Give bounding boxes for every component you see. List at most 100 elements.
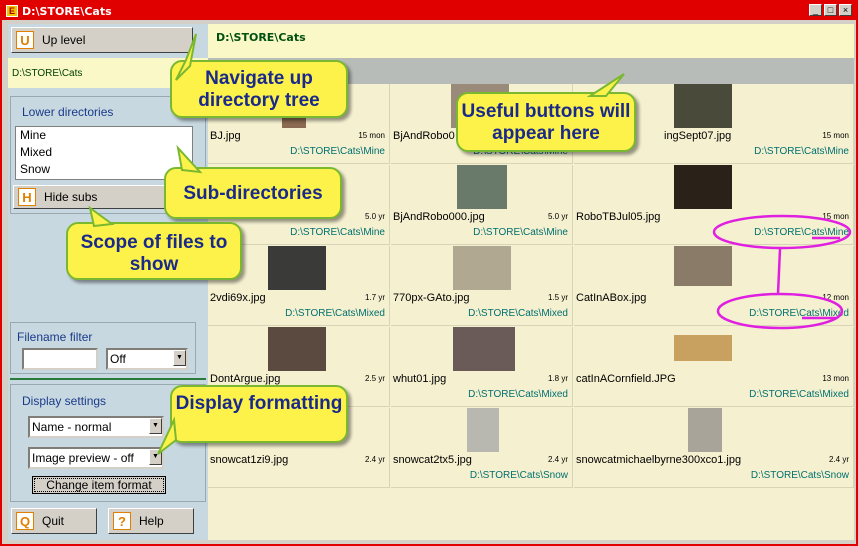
file-age: 2.4 yr: [547, 455, 568, 464]
hide-subs-hotkey: H: [18, 188, 36, 206]
file-name: RoboTBJul05.jpg: [576, 211, 661, 223]
file-name: whut01.jpg: [393, 373, 447, 385]
help-hotkey: ?: [113, 512, 131, 530]
thumbnail: [688, 408, 722, 452]
window-title: D:\STORE\Cats: [22, 4, 112, 18]
file-directory: D:\STORE\Cats\Mine: [290, 146, 385, 157]
quit-label: Quit: [42, 514, 65, 528]
filename-filter-input[interactable]: [22, 348, 98, 370]
up-level-hotkey: U: [16, 31, 34, 49]
hide-subs-label: Hide subs: [44, 190, 98, 204]
chevron-down-icon[interactable]: ▼: [149, 418, 162, 434]
file-directory: D:\STORE\Cats\Mine: [754, 146, 849, 157]
chevron-down-icon[interactable]: ▼: [173, 350, 186, 366]
name-mode-select[interactable]: Name - normal ▼: [28, 416, 164, 438]
app-icon: E: [6, 5, 18, 17]
up-level-button[interactable]: U Up level: [11, 27, 193, 53]
divider: [10, 378, 206, 380]
chevron-down-icon[interactable]: ▼: [149, 449, 162, 465]
up-level-label: Up level: [42, 33, 86, 47]
file-directory: D:\STORE\Cats\Snow: [750, 470, 849, 481]
thumbnail: [674, 335, 732, 361]
file-directory: D:\STORE\Cats\Mixed: [285, 308, 385, 319]
file-age: 15 mon: [822, 212, 849, 221]
title-bar[interactable]: E D:\STORE\Cats _ □ ×: [2, 2, 856, 20]
file-directory: D:\STORE\Cats\Snow: [469, 470, 568, 481]
file-item[interactable]: catInACornfield.JPG 13 mon D:\STORE\Cats\M…: [574, 327, 854, 407]
close-icon[interactable]: ×: [839, 4, 852, 16]
preview-mode-select[interactable]: Image preview - off ▼: [28, 447, 164, 469]
file-item[interactable]: RoboTBJul05.jpg 15 mon D:\STORE\Cats\Mine: [574, 165, 854, 245]
file-age: 15 mon: [822, 131, 849, 140]
file-age: 1.7 yr: [364, 293, 385, 302]
file-directory: D:\STORE\Cats\Mine: [754, 227, 849, 238]
thumbnail: [268, 246, 326, 290]
help-button[interactable]: ? Help: [108, 508, 194, 534]
file-age: 12 mon: [822, 293, 849, 302]
callout-navigate-up: Navigate up directory tree: [170, 60, 348, 118]
file-name: BjAndRobo000.jpg: [393, 211, 485, 223]
file-name: BjAndRobo0: [393, 130, 455, 142]
file-directory: D:\STORE\Cats\Mine: [290, 227, 385, 238]
file-name: BJ.jpg: [210, 130, 241, 142]
callout-scope: Scope of files to show: [66, 222, 242, 280]
thumbnail: [674, 246, 732, 286]
file-item[interactable]: 770px-GAto.jpg 1.5 yr D:\STORE\Cats\Mixed: [391, 246, 573, 326]
thumbnail: [453, 246, 511, 290]
thumbnail: [674, 165, 732, 209]
file-age: 15 mon: [358, 131, 385, 140]
thumbnail: [457, 165, 507, 209]
preview-mode-value: Image preview - off: [32, 451, 134, 465]
callout-sub-directories: Sub-directories: [164, 167, 342, 219]
file-age: 13 mon: [822, 374, 849, 383]
file-age: 2.5 yr: [364, 374, 385, 383]
minimize-icon[interactable]: _: [809, 4, 822, 16]
file-item[interactable]: snowcat2tx5.jpg 2.4 yr D:\STORE\Cats\Snow: [391, 408, 573, 488]
file-directory: D:\STORE\Cats\Mixed: [749, 389, 849, 400]
callout-useful-buttons: Useful buttons will appear here: [456, 92, 636, 152]
thumbnail: [453, 327, 515, 371]
file-age: 1.5 yr: [547, 293, 568, 302]
name-mode-value: Name - normal: [32, 420, 112, 434]
file-age: 2.4 yr: [828, 455, 849, 464]
directory-item[interactable]: Mixed: [16, 144, 192, 161]
file-directory: D:\STORE\Cats\Mixed: [468, 389, 568, 400]
file-directory: D:\STORE\Cats\Mixed: [468, 308, 568, 319]
help-label: Help: [139, 514, 164, 528]
file-item[interactable]: snowcatmichaelbyrne300xco1.jpg 2.4 yr D:\S…: [574, 408, 854, 488]
directory-item[interactable]: Mine: [16, 127, 192, 144]
file-name: snowcat1zi9.jpg: [210, 454, 289, 466]
lower-directories-label: Lower directories: [22, 105, 114, 119]
thumbnail: [674, 84, 732, 128]
callout-display-formatting: Display formatting: [170, 385, 348, 443]
display-settings-label: Display settings: [22, 394, 107, 408]
file-directory: D:\STORE\Cats\Mixed: [749, 308, 849, 319]
file-name: 2vdi69x.jpg: [210, 292, 266, 304]
quit-button[interactable]: Q Quit: [11, 508, 97, 534]
file-name: ingSept07.jpg: [664, 130, 732, 142]
file-name: CatInABox.jpg: [576, 292, 647, 304]
filename-filter-label: Filename filter: [17, 330, 93, 344]
change-item-format-button[interactable]: Change item format: [32, 476, 166, 494]
filter-mode-select[interactable]: Off ▼: [106, 348, 188, 370]
file-age: 1.8 yr: [547, 374, 568, 383]
file-item[interactable]: BjAndRobo000.jpg 5.0 yr D:\STORE\Cats\Mine: [391, 165, 573, 245]
file-name: 770px-GAto.jpg: [393, 292, 470, 304]
file-name: DontArgue.jpg: [210, 373, 281, 385]
file-age: 5.0 yr: [547, 212, 568, 221]
file-item[interactable]: CatInABox.jpg 12 mon D:\STORE\Cats\Mixed: [574, 246, 854, 326]
file-name: snowcatmichaelbyrne300xco1.jpg: [576, 454, 742, 466]
quit-hotkey: Q: [16, 512, 34, 530]
main-path-header: D:\STORE\Cats: [208, 24, 854, 58]
file-name: snowcat2tx5.jpg: [393, 454, 472, 466]
file-grid: BJ.jpg 15 mon D:\STORE\Cats\Mine BjAndRobo…: [208, 84, 854, 540]
file-item[interactable]: whut01.jpg 1.8 yr D:\STORE\Cats\Mixed: [391, 327, 573, 407]
file-directory: D:\STORE\Cats\Mine: [473, 227, 568, 238]
filter-mode-value: Off: [110, 352, 126, 366]
file-age: 5.0 yr: [364, 212, 385, 221]
file-name: catInACornfield.JPG: [576, 373, 676, 385]
filename-filter-panel: Filename filter Off ▼: [10, 322, 196, 374]
maximize-icon[interactable]: □: [824, 4, 837, 16]
file-age: 2.4 yr: [364, 455, 385, 464]
thumbnail: [467, 408, 499, 452]
